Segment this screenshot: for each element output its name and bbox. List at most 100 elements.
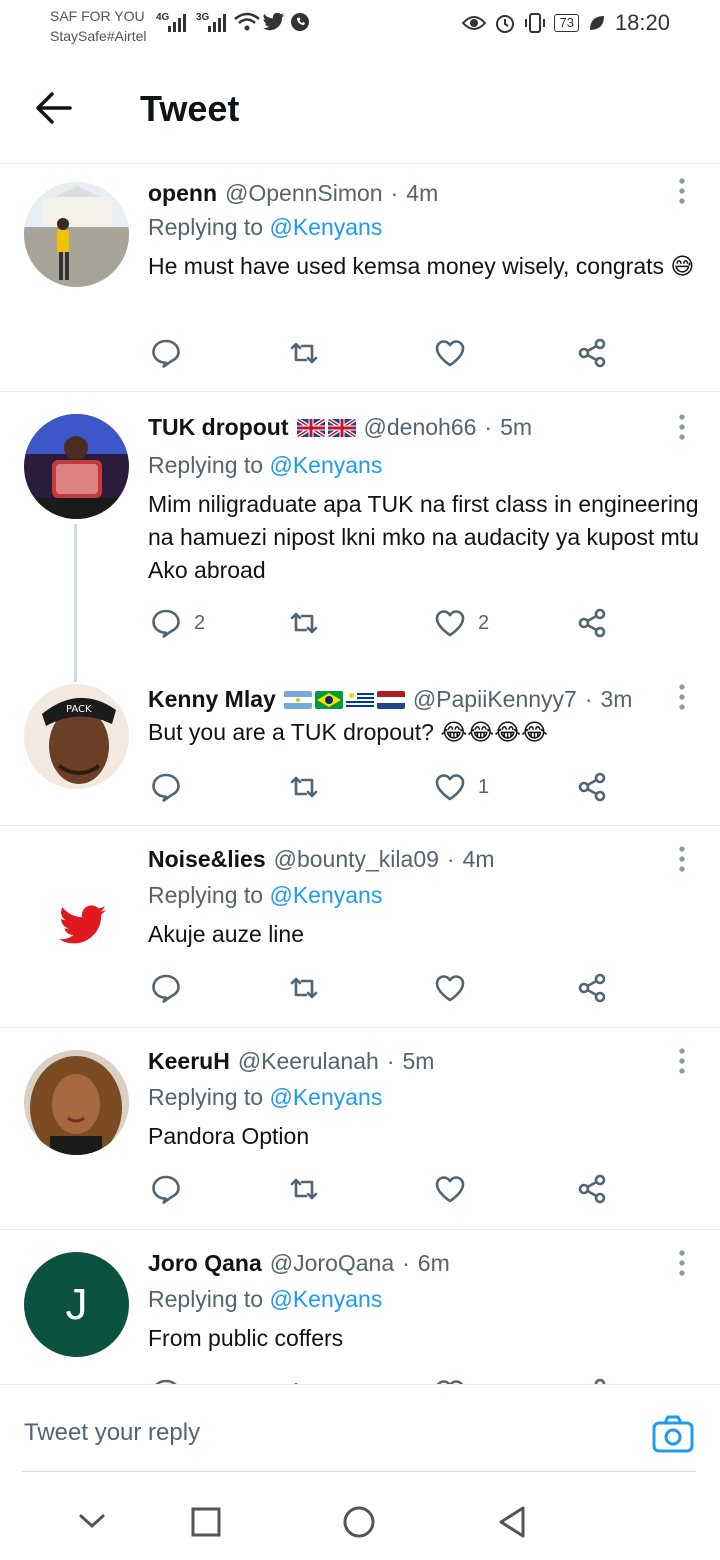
more-options-icon[interactable]: [678, 684, 686, 710]
timestamp[interactable]: 5m: [500, 414, 532, 441]
handle[interactable]: @JoroQana: [270, 1250, 394, 1277]
clock: 18:20: [614, 10, 670, 35]
share-button[interactable]: [576, 971, 608, 1005]
home-circle-icon[interactable]: [342, 1505, 376, 1539]
share-icon: [578, 772, 606, 802]
display-name[interactable]: Joro Qana: [148, 1250, 262, 1277]
reply-button[interactable]: [150, 336, 194, 370]
reply-button[interactable]: [150, 770, 194, 804]
back-triangle-icon[interactable]: [496, 1505, 528, 1539]
share-button[interactable]: [576, 1172, 608, 1206]
retweet-button[interactable]: [288, 336, 320, 370]
tweet-tuk-dropout[interactable]: TUK dropout @denoh66 · 5m Replying to @K…: [0, 392, 720, 656]
avatar[interactable]: [24, 414, 129, 519]
reply-button[interactable]: [150, 971, 194, 1005]
reply-icon: [152, 1175, 180, 1204]
handle[interactable]: @Keerulanah: [238, 1048, 379, 1075]
timestamp[interactable]: 6m: [418, 1250, 450, 1277]
reply-button[interactable]: [150, 1172, 194, 1206]
mention-link[interactable]: @Kenyans: [269, 1084, 382, 1110]
display-name[interactable]: Noise&lies: [148, 846, 266, 873]
share-button[interactable]: [576, 606, 608, 640]
recents-square-icon[interactable]: [190, 1506, 222, 1538]
display-name[interactable]: openn: [148, 180, 217, 207]
reply-input[interactable]: Tweet your reply: [24, 1419, 200, 1447]
retweet-icon: [290, 776, 318, 798]
like-button[interactable]: [434, 1172, 478, 1206]
display-name[interactable]: Kenny Mlay: [148, 686, 276, 713]
tweet-header: Joro Qana @JoroQana · 6m: [148, 1250, 450, 1277]
avatar[interactable]: PACK: [24, 684, 129, 789]
handle[interactable]: @bounty_kila09: [274, 846, 439, 873]
mention-link[interactable]: @Kenyans: [269, 1286, 382, 1312]
brazil-flag-icon: [314, 690, 343, 709]
share-icon: [578, 338, 606, 368]
more-options-icon[interactable]: [678, 1048, 686, 1074]
retweet-button[interactable]: [288, 606, 320, 640]
tweet-header: Noise&lies @bounty_kila09 · 4m: [148, 846, 495, 873]
timestamp[interactable]: 4m: [406, 180, 438, 207]
retweet-button[interactable]: [288, 1376, 320, 1384]
tweet-kenny-mlay[interactable]: PACK Kenny Mlay @PapiiKennyy7 · 3m But y…: [0, 656, 720, 826]
mention-link[interactable]: @Kenyans: [269, 214, 382, 240]
signal-icon: [168, 14, 186, 32]
replying-prefix: Replying to: [148, 1286, 264, 1312]
like-icon: [435, 610, 465, 637]
uk-flag-icon: [296, 418, 325, 437]
back-arrow-icon[interactable]: [34, 90, 74, 126]
tweet-keeruh[interactable]: KeeruH @Keerulanah · 5m Replying to @Ken…: [0, 1028, 720, 1230]
retweet-button[interactable]: [288, 1172, 320, 1206]
avatar[interactable]: [24, 182, 129, 287]
like-button[interactable]: [434, 1376, 478, 1384]
tweet-text: From public coffers: [148, 1325, 344, 1351]
timestamp[interactable]: 5m: [402, 1048, 434, 1075]
retweet-button[interactable]: [288, 971, 320, 1005]
app-header: Tweet: [0, 52, 720, 164]
tweet-actions: 1: [150, 770, 620, 804]
share-button[interactable]: [576, 336, 608, 370]
timestamp[interactable]: 4m: [463, 846, 495, 873]
camera-icon[interactable]: [652, 1415, 694, 1453]
eye-icon: [462, 16, 487, 30]
tweet-actions: [150, 971, 620, 1005]
tweet-noise-lies[interactable]: Noise&lies @bounty_kila09 · 4m Replying …: [0, 826, 720, 1028]
more-options-icon[interactable]: [678, 846, 686, 872]
chevron-down-icon[interactable]: [78, 1512, 106, 1530]
like-button[interactable]: 2: [434, 606, 489, 640]
handle[interactable]: @OpennSimon: [225, 180, 383, 207]
avatar[interactable]: J: [24, 1252, 129, 1357]
handle[interactable]: @denoh66: [364, 414, 477, 441]
separator-dot: ·: [402, 1250, 410, 1276]
mention-link[interactable]: @Kenyans: [269, 452, 382, 478]
like-icon: [435, 340, 465, 367]
timestamp[interactable]: 3m: [601, 686, 633, 713]
share-icon: [594, 1378, 606, 1384]
avatar[interactable]: [24, 852, 129, 957]
tweet-joro-qana[interactable]: J Joro Qana @JoroQana · 6m Replying to @…: [0, 1230, 720, 1384]
svg-text:PACK: PACK: [66, 704, 92, 715]
separator-dot: ·: [390, 180, 399, 206]
reply-button[interactable]: [150, 1376, 194, 1384]
reply-composer: Tweet your reply: [0, 1384, 720, 1474]
like-button[interactable]: [434, 971, 478, 1005]
more-options-icon[interactable]: [678, 1250, 686, 1276]
replying-prefix: Replying to: [148, 214, 264, 240]
share-button[interactable]: [576, 770, 608, 804]
mention-link[interactable]: @Kenyans: [269, 882, 382, 908]
retweet-button[interactable]: [288, 770, 320, 804]
reply-button[interactable]: 2: [150, 606, 205, 640]
separator-dot: ·: [446, 846, 455, 872]
share-button[interactable]: [576, 1376, 608, 1384]
like-button[interactable]: 1: [434, 770, 489, 804]
more-options-icon[interactable]: [678, 178, 686, 204]
avatar[interactable]: [24, 1050, 129, 1155]
tweet-openn[interactable]: openn @OpennSimon · 4m Replying to @Keny…: [0, 164, 720, 392]
reply-count: 2: [194, 611, 206, 634]
handle[interactable]: @PapiiKennyy7: [413, 686, 577, 713]
avatar-letter: J: [65, 1279, 88, 1329]
more-options-icon[interactable]: [678, 414, 686, 440]
display-name[interactable]: TUK dropout: [148, 414, 289, 441]
display-name[interactable]: KeeruH: [148, 1048, 230, 1075]
like-button[interactable]: [434, 336, 478, 370]
replying-to: Replying to @Kenyans: [148, 1286, 382, 1313]
